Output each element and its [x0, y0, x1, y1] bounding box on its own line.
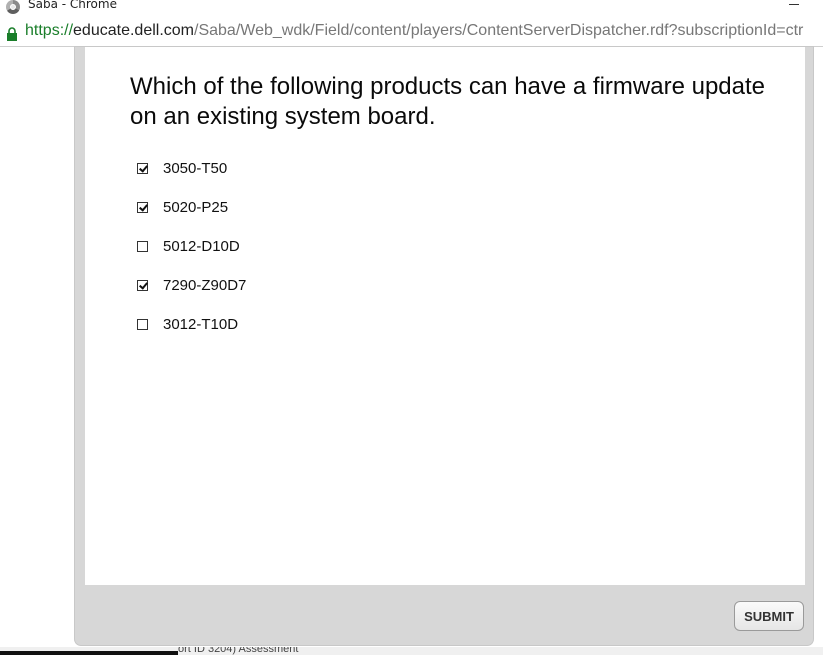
chrome-icon	[6, 0, 20, 14]
url-scheme: https://	[25, 22, 74, 39]
taskbar-start-area	[0, 651, 178, 655]
option-row[interactable]: 3050-T50	[137, 158, 227, 178]
minimize-button[interactable]	[789, 4, 799, 5]
taskbar-item-label[interactable]: ort ID 3204) Assessment	[178, 647, 298, 655]
option-label[interactable]: 3012-T10D	[163, 316, 238, 333]
address-bar[interactable]: https://educate.dell.com/Saba/Web_wdk/Fi…	[0, 20, 823, 47]
option-checkbox[interactable]	[137, 279, 148, 291]
url-path: /Saba/Web_wdk/Field/content/players/Cont…	[194, 22, 804, 39]
option-label[interactable]: 5012-D10D	[163, 238, 240, 255]
taskbar: ort ID 3204) Assessment	[0, 647, 823, 655]
option-label[interactable]: 5020-P25	[163, 199, 228, 216]
option-checkbox[interactable]	[137, 240, 148, 252]
submit-button[interactable]: SUBMIT	[734, 601, 804, 631]
url-text[interactable]: https://educate.dell.com/Saba/Web_wdk/Fi…	[25, 22, 803, 40]
option-row[interactable]: 3012-T10D	[137, 314, 238, 334]
option-checkbox[interactable]	[137, 318, 148, 330]
window-title: Saba - Chrome	[28, 0, 117, 11]
option-checkbox[interactable]	[137, 201, 148, 213]
window-title-bar: Saba - Chrome	[0, 0, 823, 20]
lock-icon	[6, 26, 18, 41]
url-host: educate.dell.com	[73, 22, 194, 39]
option-row[interactable]: 5020-P25	[137, 197, 228, 217]
option-row[interactable]: 5012-D10D	[137, 236, 240, 256]
question-text: Which of the following products can have…	[130, 73, 766, 130]
option-label[interactable]: 3050-T50	[163, 160, 227, 177]
option-checkbox[interactable]	[137, 162, 148, 174]
option-row[interactable]: 7290-Z90D7	[137, 275, 246, 295]
option-label[interactable]: 7290-Z90D7	[163, 277, 246, 294]
